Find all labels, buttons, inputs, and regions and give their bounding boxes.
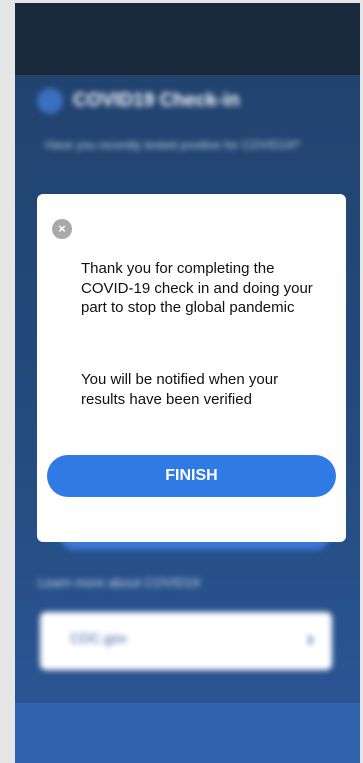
screen-frame: COVID19 Check-in Have you recently teste… [0,0,363,763]
finish-button[interactable]: FINISH [47,455,336,497]
status-bar-area [15,3,360,75]
background-header: COVID19 Check-in [37,88,240,114]
modal-message-secondary: You will be notified when your results h… [81,371,279,408]
cdc-link-label: CDC.gov [70,630,127,646]
modal-message-primary: Thank you for completing the COVID-19 ch… [81,260,313,316]
background-learn-more: Learn more about COVID19 [38,575,200,590]
chevron-right-icon: › [306,626,314,651]
bottom-bar [15,703,360,763]
close-icon[interactable]: × [52,219,72,239]
cdc-link-card: CDC.gov › [40,612,332,670]
background-title: COVID19 Check-in [73,90,240,111]
app-logo-icon [37,88,63,114]
background-question: Have you recently tested positive for CO… [45,138,300,152]
